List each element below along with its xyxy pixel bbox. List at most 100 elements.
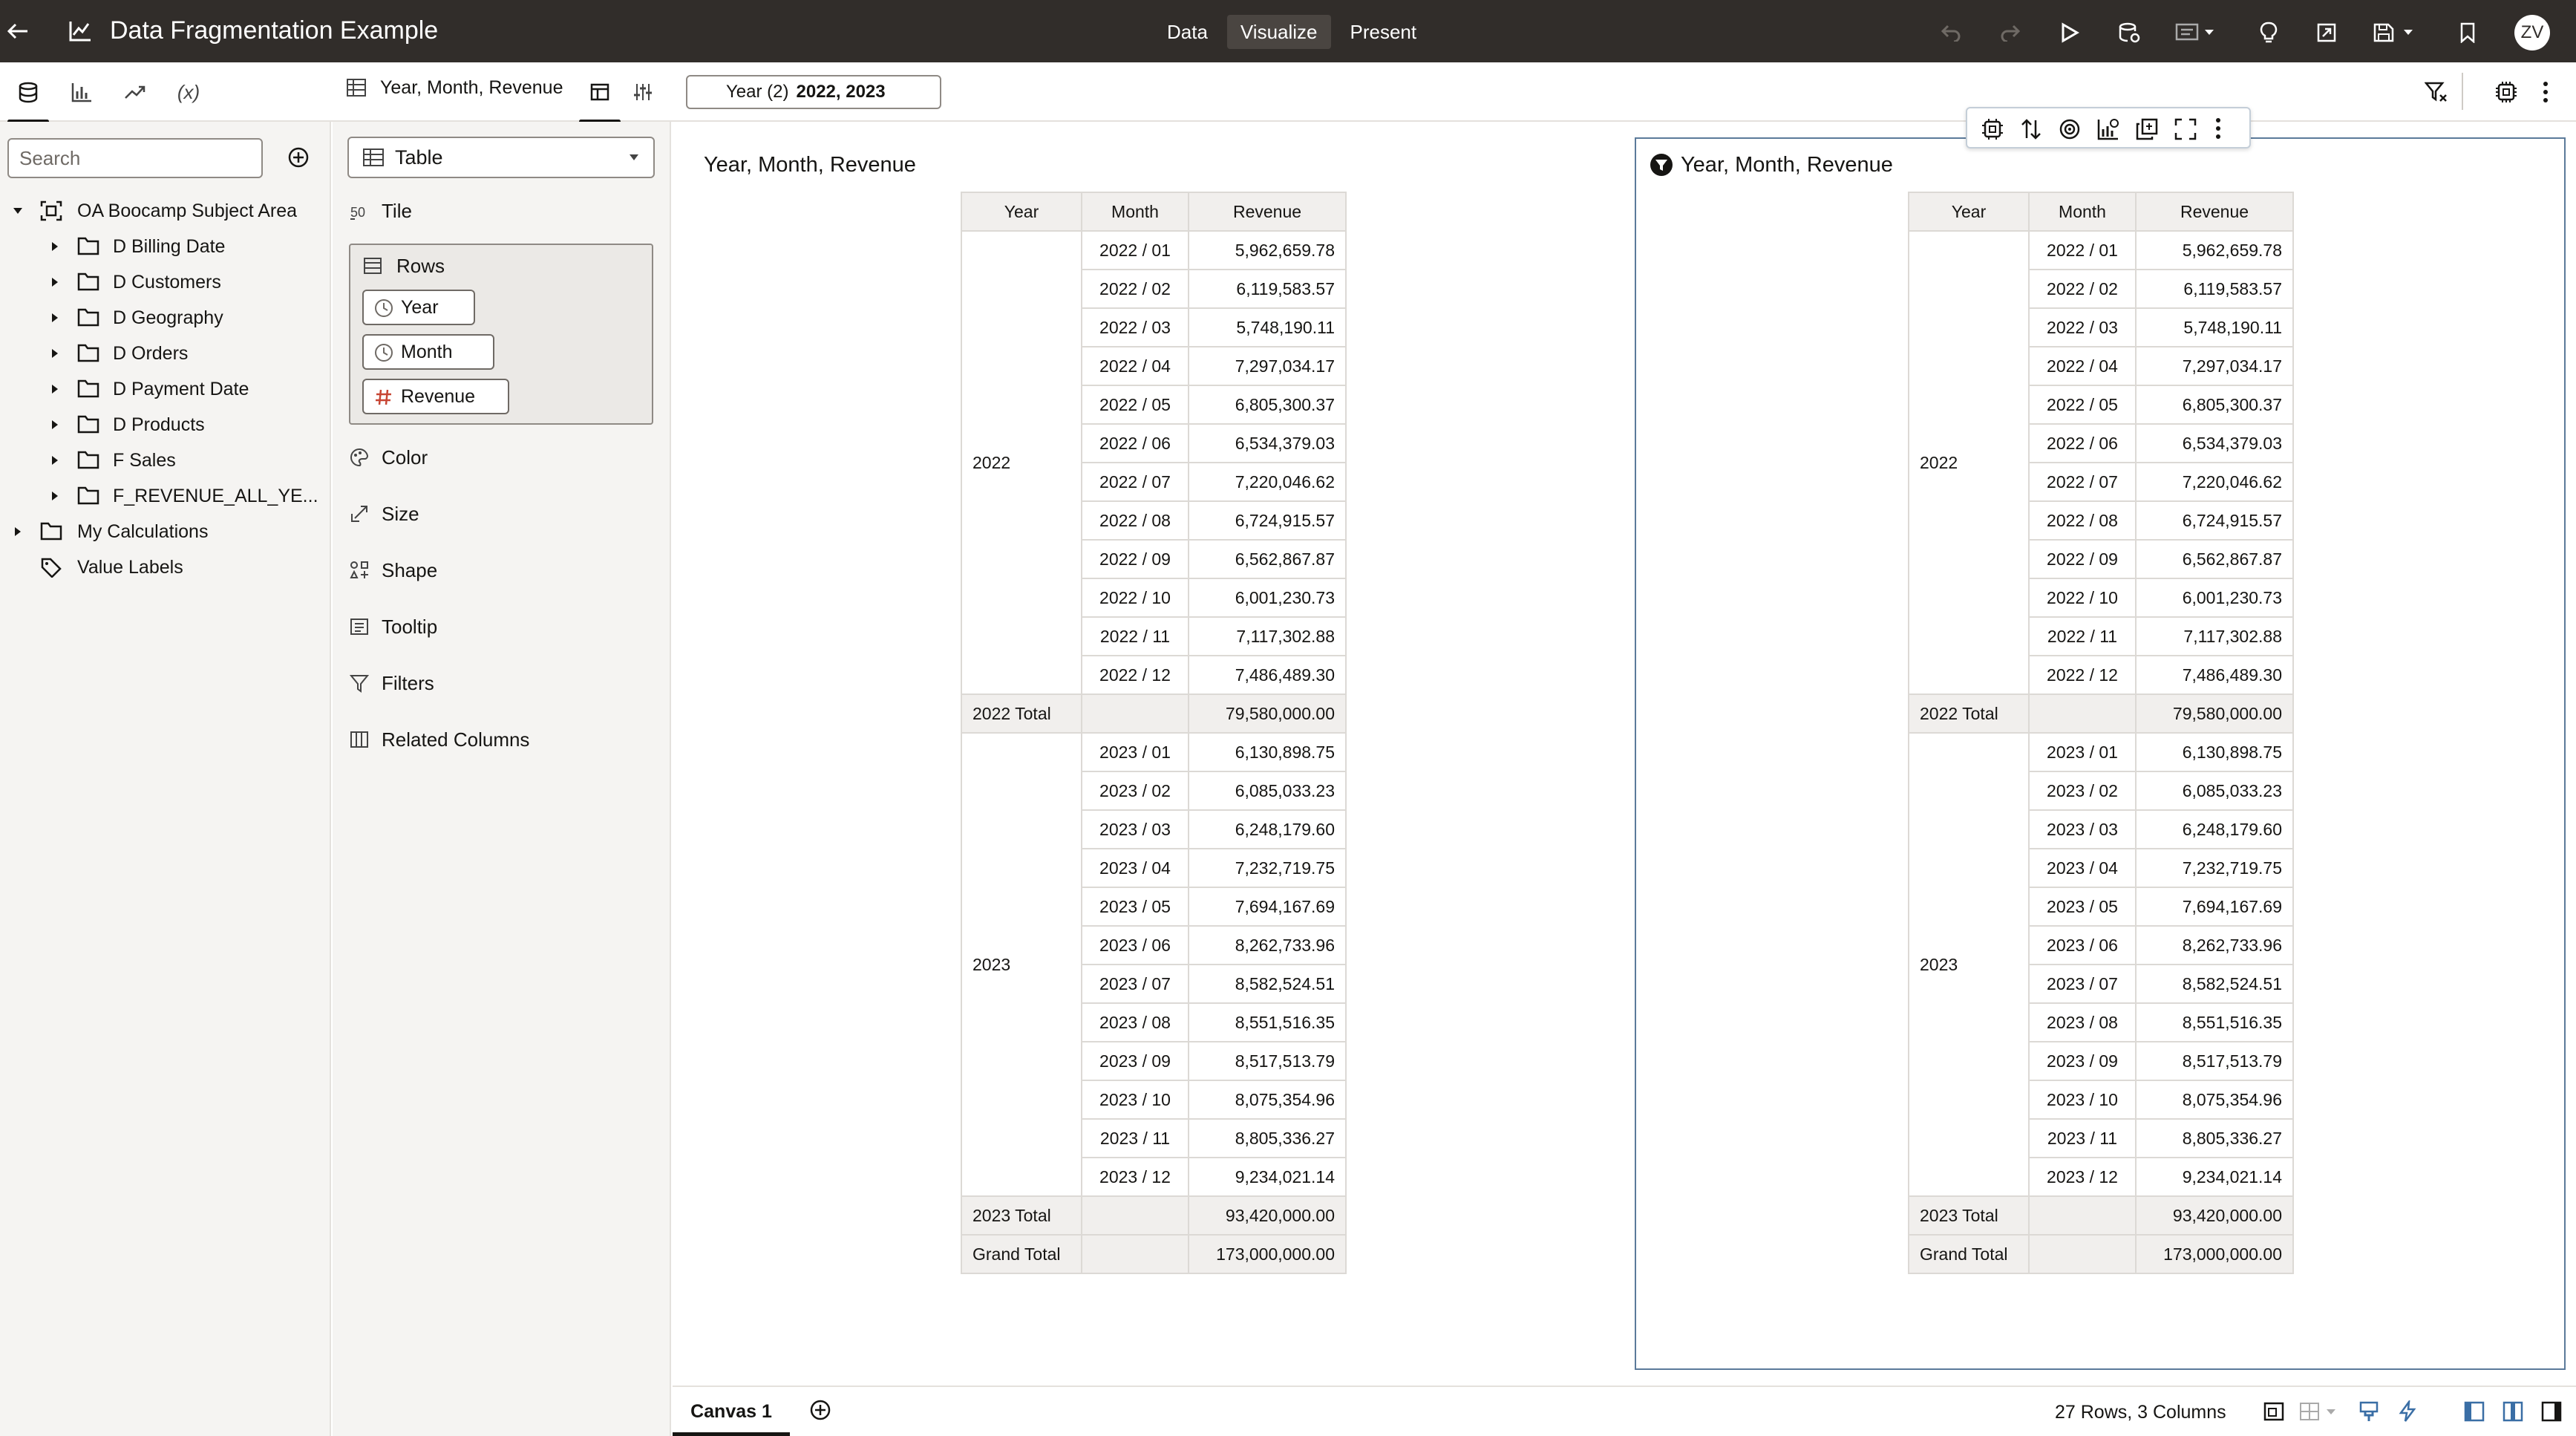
month-cell[interactable]: 2022 / 01 [1081, 230, 1189, 270]
month-cell[interactable]: 2023 / 03 [2028, 809, 2137, 849]
revenue-cell[interactable]: 6,001,230.73 [2135, 578, 2294, 618]
grid-options-icon[interactable] [2298, 1400, 2346, 1426]
revenue-cell[interactable]: 8,517,513.79 [2135, 1041, 2294, 1081]
row-pill-year[interactable]: Year [362, 290, 475, 325]
sort-icon[interactable] [2019, 117, 2043, 141]
revenue-cell[interactable]: 6,001,230.73 [1188, 578, 1347, 618]
month-cell[interactable]: 2023 / 10 [1081, 1080, 1189, 1120]
revenue-cell[interactable]: 6,562,867.87 [2135, 539, 2294, 579]
revenue-cell[interactable]: 7,220,046.62 [2135, 462, 2294, 502]
caret-right-icon[interactable] [48, 373, 62, 405]
tree-item-my-calculations[interactable]: My Calculations [0, 515, 331, 548]
year-cell[interactable]: 2022 [961, 230, 1082, 695]
month-cell[interactable]: 2023 / 09 [1081, 1041, 1189, 1081]
pivot-table-right[interactable]: Year Month Revenue 2022 2022 / 01 5,962,659.7… [1908, 192, 2294, 1274]
month-cell[interactable]: 2022 / 10 [1081, 578, 1189, 618]
revenue-cell[interactable]: 6,724,915.57 [2135, 500, 2294, 541]
month-cell[interactable]: 2023 / 12 [2028, 1157, 2137, 1197]
column-header-year[interactable]: Year [1908, 192, 2030, 232]
tree-item-folder[interactable]: F_REVENUE_ALL_YE... [0, 480, 331, 512]
duplicate-icon[interactable] [2135, 117, 2159, 141]
caret-down-icon[interactable] [10, 195, 25, 227]
calculations-tab[interactable]: (x) [168, 77, 209, 107]
month-cell[interactable]: 2023 / 11 [2028, 1118, 2137, 1158]
play-icon[interactable] [2055, 18, 2085, 48]
back-arrow-icon[interactable] [3, 16, 33, 46]
caret-right-icon[interactable] [10, 515, 25, 548]
month-cell[interactable]: 2023 / 02 [2028, 771, 2137, 811]
month-cell[interactable]: 2022 / 06 [1081, 423, 1189, 463]
more-options-icon[interactable] [2215, 117, 2227, 141]
caret-right-icon[interactable] [48, 408, 62, 441]
month-cell[interactable]: 2022 / 07 [2028, 462, 2137, 502]
tree-item-value-labels[interactable]: Value Labels [0, 551, 331, 584]
month-cell[interactable]: 2022 / 12 [1081, 655, 1189, 695]
revenue-cell[interactable]: 6,085,033.23 [2135, 771, 2294, 811]
month-cell[interactable]: 2023 / 07 [2028, 964, 2137, 1004]
month-cell[interactable]: 2022 / 09 [2028, 539, 2137, 579]
month-cell[interactable]: 2022 / 07 [1081, 462, 1189, 502]
caret-right-icon[interactable] [48, 266, 62, 298]
color-section[interactable]: Color [349, 443, 428, 472]
canvas-tab[interactable]: Canvas 1 [673, 1387, 790, 1436]
revenue-cell[interactable]: 7,486,489.30 [2135, 655, 2294, 695]
revenue-cell[interactable]: 8,517,513.79 [1188, 1041, 1347, 1081]
revenue-cell[interactable]: 7,232,719.75 [1188, 848, 1347, 888]
revenue-cell[interactable]: 8,582,524.51 [1188, 964, 1347, 1004]
revenue-cell[interactable]: 6,248,179.60 [2135, 809, 2294, 849]
auto-insights-icon[interactable] [1981, 117, 2004, 141]
month-cell[interactable]: 2022 / 10 [2028, 578, 2137, 618]
month-cell[interactable]: 2023 / 01 [1081, 732, 1189, 772]
mode-visualize[interactable]: Visualize [1226, 15, 1331, 49]
month-cell[interactable]: 2023 / 02 [1081, 771, 1189, 811]
revenue-cell[interactable]: 6,119,583.57 [1188, 269, 1347, 309]
undo-icon[interactable] [1936, 18, 1966, 48]
size-section[interactable]: Size [349, 499, 419, 529]
viz-type-select[interactable]: Table [347, 137, 655, 178]
filters-section[interactable]: Filters [349, 668, 434, 698]
row-pill-month[interactable]: Month [362, 334, 494, 370]
revenue-cell[interactable]: 7,694,167.69 [2135, 887, 2294, 927]
subtotal-value[interactable]: 93,420,000.00 [1188, 1195, 1347, 1236]
tree-item-folder[interactable]: D Products [0, 408, 331, 441]
brush-icon[interactable] [2358, 1400, 2384, 1426]
analytics-tab[interactable] [114, 77, 156, 107]
revenue-cell[interactable]: 7,117,302.88 [1188, 616, 1347, 656]
maximize-icon[interactable] [2174, 117, 2197, 141]
month-cell[interactable]: 2023 / 05 [2028, 887, 2137, 927]
column-header-revenue[interactable]: Revenue [1188, 192, 1347, 232]
year-cell[interactable]: 2022 [1908, 230, 2030, 695]
redo-icon[interactable] [1995, 18, 2025, 48]
revenue-cell[interactable]: 5,962,659.78 [1188, 230, 1347, 270]
month-cell[interactable]: 2023 / 08 [1081, 1002, 1189, 1042]
revenue-cell[interactable]: 7,220,046.62 [1188, 462, 1347, 502]
caret-right-icon[interactable] [48, 480, 62, 512]
grand-total-value[interactable]: 173,000,000.00 [2135, 1234, 2294, 1274]
pivot-table-left[interactable]: Year Month Revenue 2022 2022 / 01 5,962,659.7… [961, 192, 1347, 1274]
revenue-cell[interactable]: 6,805,300.37 [2135, 385, 2294, 425]
revenue-cell[interactable]: 6,085,033.23 [1188, 771, 1347, 811]
year-cell[interactable]: 2023 [961, 732, 1082, 1197]
revenue-cell[interactable]: 7,297,034.17 [1188, 346, 1347, 386]
month-cell[interactable]: 2022 / 06 [2028, 423, 2137, 463]
revenue-cell[interactable]: 8,551,516.35 [1188, 1002, 1347, 1042]
data-tab[interactable] [7, 77, 49, 123]
export-icon[interactable] [2312, 18, 2341, 48]
mode-present[interactable]: Present [1337, 15, 1431, 49]
more-options-icon[interactable] [2534, 77, 2557, 107]
visualizations-tab[interactable] [61, 77, 102, 107]
month-cell[interactable]: 2022 / 08 [1081, 500, 1189, 541]
revenue-cell[interactable]: 6,534,379.03 [1188, 423, 1347, 463]
month-cell[interactable]: 2023 / 12 [1081, 1157, 1189, 1197]
month-cell[interactable]: 2022 / 04 [1081, 346, 1189, 386]
month-cell[interactable]: 2022 / 02 [2028, 269, 2137, 309]
month-cell[interactable]: 2023 / 07 [1081, 964, 1189, 1004]
revenue-cell[interactable]: 7,232,719.75 [2135, 848, 2294, 888]
column-header-month[interactable]: Month [1081, 192, 1189, 232]
add-data-icon[interactable] [284, 143, 313, 172]
row-pill-revenue[interactable]: Revenue [362, 379, 509, 414]
narrate-menu-icon[interactable] [2174, 18, 2221, 48]
month-cell[interactable]: 2023 / 03 [1081, 809, 1189, 849]
panel-left-icon[interactable] [2463, 1400, 2490, 1426]
year-filter-pill[interactable]: Year (2) 2022, 2023 [686, 75, 941, 109]
